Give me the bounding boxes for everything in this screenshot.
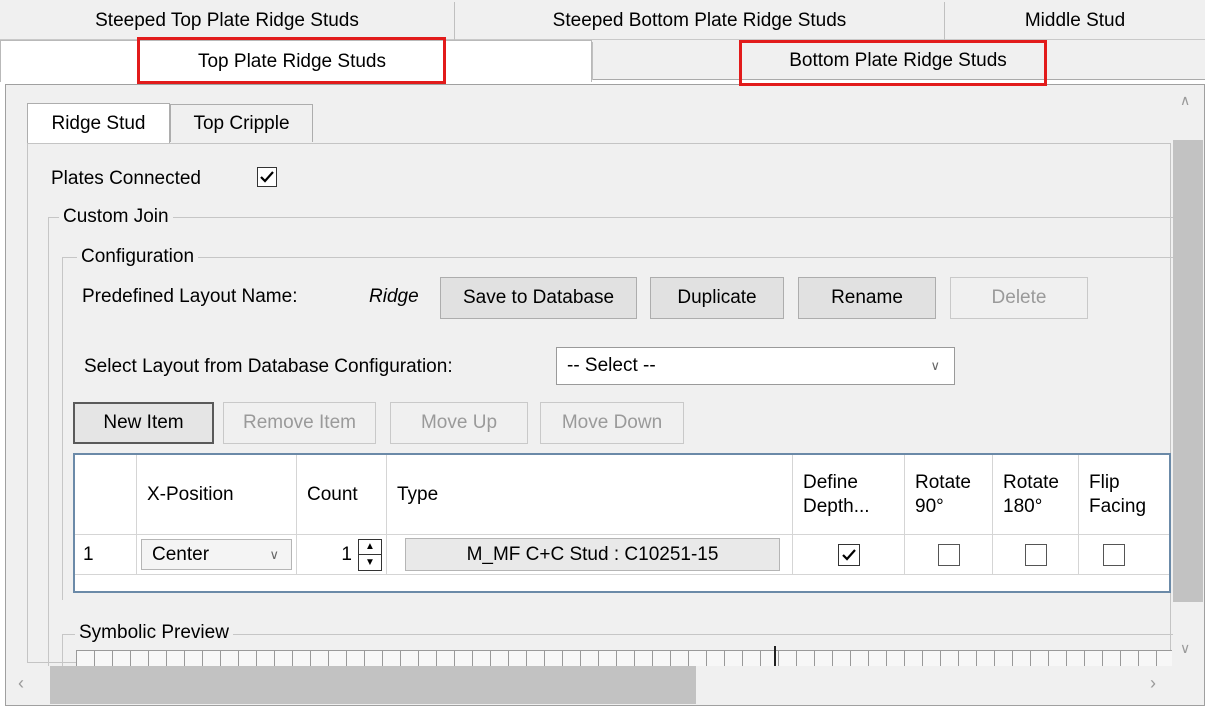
tab-label: Bottom Plate Ridge Studs: [789, 50, 1007, 71]
type-selector-button[interactable]: M_MF C+C Stud : C10251-15: [405, 538, 780, 571]
layout-select-value: -- Select --: [567, 355, 656, 376]
x-position-value: Center: [152, 543, 210, 565]
rename-button[interactable]: Rename: [798, 277, 936, 319]
rotate-90-checkbox[interactable]: [937, 543, 960, 566]
vertical-scroll-thumb[interactable]: [1173, 140, 1203, 602]
header-rotate-90[interactable]: Rotate 90°: [905, 455, 993, 535]
flip-facing-cell: [1079, 535, 1169, 575]
custom-join-label: Custom Join: [59, 206, 173, 228]
spin-down-icon[interactable]: ▼: [359, 555, 381, 570]
tab-label: Steeped Bottom Plate Ridge Studs: [552, 10, 847, 31]
tab-steeped-bottom-plate-ridge-studs[interactable]: Steeped Bottom Plate Ridge Studs: [455, 2, 945, 40]
symbolic-preview-canvas: [76, 650, 1172, 666]
subtab-ridge-stud[interactable]: Ridge Stud: [27, 103, 170, 144]
scrollbar-corner: [1172, 666, 1204, 704]
flip-facing-checkbox[interactable]: [1103, 543, 1125, 566]
predefined-layout-text: Predefined Layout Name:: [82, 286, 298, 307]
layout-select-dropdown[interactable]: -- Select -- ∨: [556, 347, 955, 385]
header-label: Type: [397, 483, 439, 505]
header-label: Rotate 180°: [1003, 471, 1059, 517]
tab-label: Middle Stud: [1024, 10, 1126, 31]
save-to-database-button[interactable]: Save to Database: [440, 277, 637, 319]
x-position-dropdown[interactable]: Center ∨: [141, 539, 292, 570]
count-spinner[interactable]: ▲ ▼: [358, 538, 382, 571]
tab-top-plate-ridge-studs[interactable]: Top Plate Ridge Studs: [0, 40, 592, 82]
select-layout-label: Select Layout from Database Configuratio…: [84, 356, 453, 377]
type-value: M_MF C+C Stud : C10251-15: [466, 543, 719, 565]
tab-steeped-top-plate-ridge-studs[interactable]: Steeped Top Plate Ridge Studs: [0, 2, 455, 40]
header-label: Count: [307, 483, 358, 505]
grid-corner-header: [75, 455, 137, 535]
remove-item-button[interactable]: Remove Item: [223, 402, 376, 444]
type-cell: M_MF C+C Stud : C10251-15: [387, 535, 793, 575]
tab-label: Top Plate Ridge Studs: [197, 50, 386, 72]
header-flip-facing[interactable]: Flip Facing: [1079, 455, 1169, 535]
new-item-button[interactable]: New Item: [73, 402, 214, 444]
subtab-top-cripple[interactable]: Top Cripple: [170, 104, 313, 142]
predefined-layout-name: Ridge: [369, 286, 419, 307]
tab-label: Steeped Top Plate Ridge Studs: [95, 10, 359, 31]
horizontal-scroll-thumb[interactable]: [50, 666, 696, 704]
header-label: Define Depth...: [803, 471, 870, 517]
move-down-button[interactable]: Move Down: [540, 402, 684, 444]
duplicate-button[interactable]: Duplicate: [650, 277, 784, 319]
stud-items-grid: X-Position Count Type Define Depth... Ro…: [73, 453, 1171, 593]
count-value[interactable]: 1: [341, 544, 352, 566]
header-label: X-Position: [147, 483, 234, 505]
plates-connected-label: Plates Connected: [51, 168, 201, 189]
define-depth-cell: [793, 535, 905, 575]
header-type[interactable]: Type: [387, 455, 793, 535]
row-index: 1: [75, 535, 137, 575]
rotate-180-checkbox[interactable]: [1024, 543, 1047, 566]
symbolic-preview-label: Symbolic Preview: [75, 622, 233, 644]
header-count[interactable]: Count: [297, 455, 387, 535]
header-label: Flip Facing: [1089, 471, 1147, 517]
define-depth-checkbox[interactable]: [837, 543, 860, 566]
plates-connected-row: Plates Connected: [51, 166, 201, 192]
delete-button[interactable]: Delete: [950, 277, 1088, 319]
predefined-layout-label: Predefined Layout Name:: [82, 283, 297, 311]
scroll-down-icon[interactable]: ∨: [1180, 640, 1190, 657]
scroll-up-icon[interactable]: ∧: [1180, 92, 1190, 109]
plates-connected-checkbox[interactable]: [257, 167, 277, 187]
scroll-right-icon[interactable]: ›: [1150, 673, 1156, 694]
header-label: Rotate 90°: [915, 471, 971, 517]
chevron-down-icon: ∨: [930, 358, 940, 373]
checkmark-icon: [260, 171, 274, 183]
tab-bottom-plate-ridge-studs[interactable]: Bottom Plate Ridge Studs: [592, 42, 1205, 80]
subtab-label: Top Cripple: [193, 112, 290, 134]
x-position-cell: Center ∨: [137, 535, 297, 575]
spin-up-icon[interactable]: ▲: [359, 540, 381, 555]
scroll-left-icon[interactable]: ‹: [18, 673, 24, 694]
rotate-180-cell: [993, 535, 1079, 575]
chevron-down-icon: ∨: [269, 546, 279, 562]
header-rotate-180[interactable]: Rotate 180°: [993, 455, 1079, 535]
header-define-depth[interactable]: Define Depth...: [793, 455, 905, 535]
preview-center-marker: [774, 646, 776, 666]
checkmark-icon: [841, 548, 856, 561]
configuration-label: Configuration: [77, 246, 199, 268]
move-up-button[interactable]: Move Up: [390, 402, 528, 444]
subtab-label: Ridge Stud: [51, 113, 146, 134]
tab-middle-stud[interactable]: Middle Stud: [945, 2, 1205, 40]
rotate-90-cell: [905, 535, 993, 575]
count-cell: 1 ▲ ▼: [297, 535, 387, 575]
header-x-position[interactable]: X-Position: [137, 455, 297, 535]
